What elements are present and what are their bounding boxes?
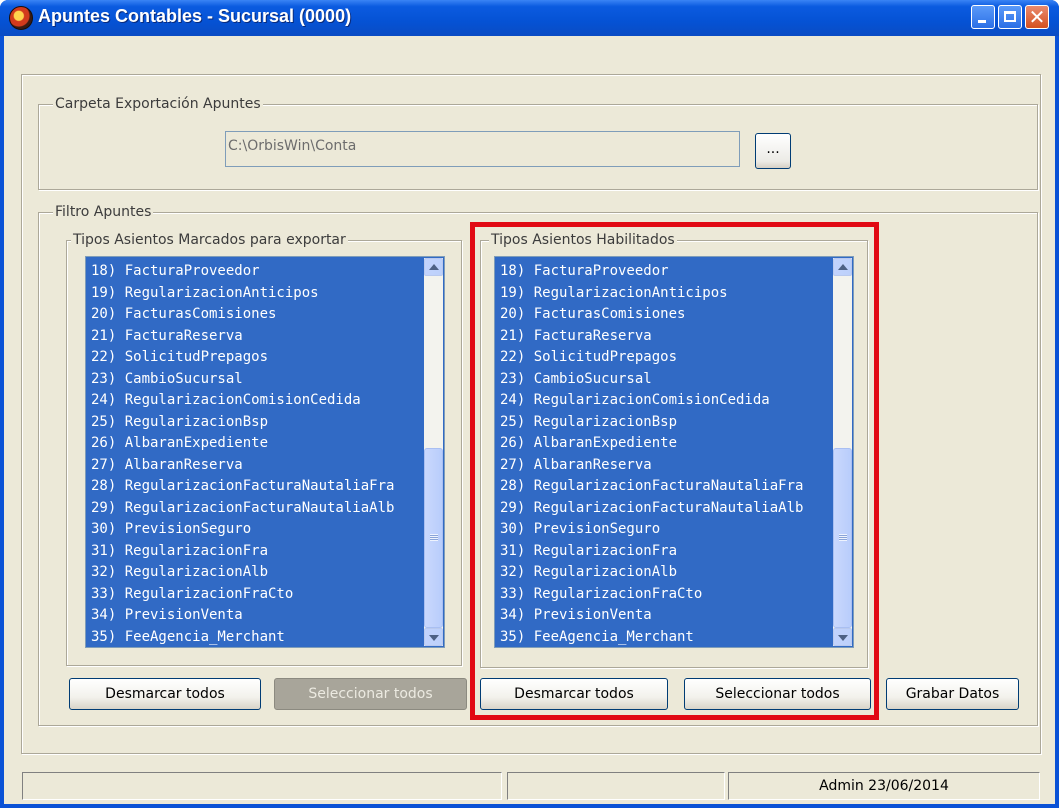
list-item[interactable]: 32) RegularizacionAlb <box>90 562 416 584</box>
window-title: Apuntes Contables - Sucursal (0000) <box>38 6 352 26</box>
scroll-up-button[interactable] <box>424 258 443 276</box>
export-path-field[interactable]: C:\OrbisWin\Conta <box>225 131 740 167</box>
maximize-button[interactable] <box>998 5 1022 29</box>
export-folder-label: Carpeta Exportación Apuntes <box>53 96 263 112</box>
status-panel-2 <box>507 772 725 800</box>
list-item[interactable]: 35) FeeAgencia_Merchant <box>90 627 416 648</box>
list-item[interactable]: 25) RegularizacionBsp <box>90 412 416 434</box>
list-item[interactable]: 34) PrevisionVenta <box>90 605 416 627</box>
title-bar[interactable]: Apuntes Contables - Sucursal (0000) ✕ <box>0 0 1059 36</box>
list-item[interactable]: 28) RegularizacionFacturaNautaliaFra <box>90 476 416 498</box>
marked-types-label: Tipos Asientos Marcados para exportar <box>71 232 348 248</box>
list-item[interactable]: 30) PrevisionSeguro <box>90 519 416 541</box>
maximize-icon <box>1004 11 1016 22</box>
list-item[interactable]: 19) RegularizacionAnticipos <box>90 283 416 305</box>
close-icon: ✕ <box>1028 5 1046 29</box>
highlight-box <box>470 222 879 720</box>
marked-deselect-all-button[interactable]: Desmarcar todos <box>69 678 261 710</box>
list-item[interactable]: 31) RegularizacionFra <box>90 541 416 563</box>
browse-button[interactable]: ... <box>755 133 791 169</box>
save-data-button[interactable]: Grabar Datos <box>886 678 1019 710</box>
chevron-up-icon <box>429 264 439 270</box>
list-item[interactable]: 21) FacturaReserva <box>90 326 416 348</box>
list-item[interactable]: 26) AlbaranExpediente <box>90 433 416 455</box>
filter-label: Filtro Apuntes <box>53 204 154 220</box>
minimize-button[interactable] <box>971 5 995 29</box>
marked-list-scrollbar[interactable] <box>424 258 443 646</box>
scroll-thumb[interactable] <box>424 448 443 628</box>
grip-icon <box>430 534 438 541</box>
list-item[interactable]: 18) FacturaProveedor <box>90 261 416 283</box>
list-item[interactable]: 24) RegularizacionComisionCedida <box>90 390 416 412</box>
marked-types-list[interactable]: 18) FacturaProveedor 19) RegularizacionA… <box>85 256 445 648</box>
list-item[interactable]: 29) RegularizacionFacturaNautaliaAlb <box>90 498 416 520</box>
list-item[interactable]: 33) RegularizacionFraCto <box>90 584 416 606</box>
status-user-date: Admin 23/06/2014 <box>728 772 1040 800</box>
close-button[interactable]: ✕ <box>1025 5 1049 29</box>
minimize-icon <box>978 20 986 23</box>
list-item[interactable]: 22) SolicitudPrepagos <box>90 347 416 369</box>
marked-list-items: 18) FacturaProveedor 19) RegularizacionA… <box>90 261 416 648</box>
scroll-down-button[interactable] <box>424 628 443 646</box>
status-panel-1 <box>22 772 502 800</box>
list-item[interactable]: 23) CambioSucursal <box>90 369 416 391</box>
chevron-down-icon <box>429 635 439 641</box>
list-item[interactable]: 20) FacturasComisiones <box>90 304 416 326</box>
app-icon[interactable] <box>9 6 33 30</box>
marked-select-all-button[interactable]: Seleccionar todos <box>274 678 467 710</box>
status-bar: Admin 23/06/2014 <box>4 770 1055 804</box>
list-item[interactable]: 27) AlbaranReserva <box>90 455 416 477</box>
app-window: Apuntes Contables - Sucursal (0000) ✕ Ca… <box>0 0 1059 808</box>
